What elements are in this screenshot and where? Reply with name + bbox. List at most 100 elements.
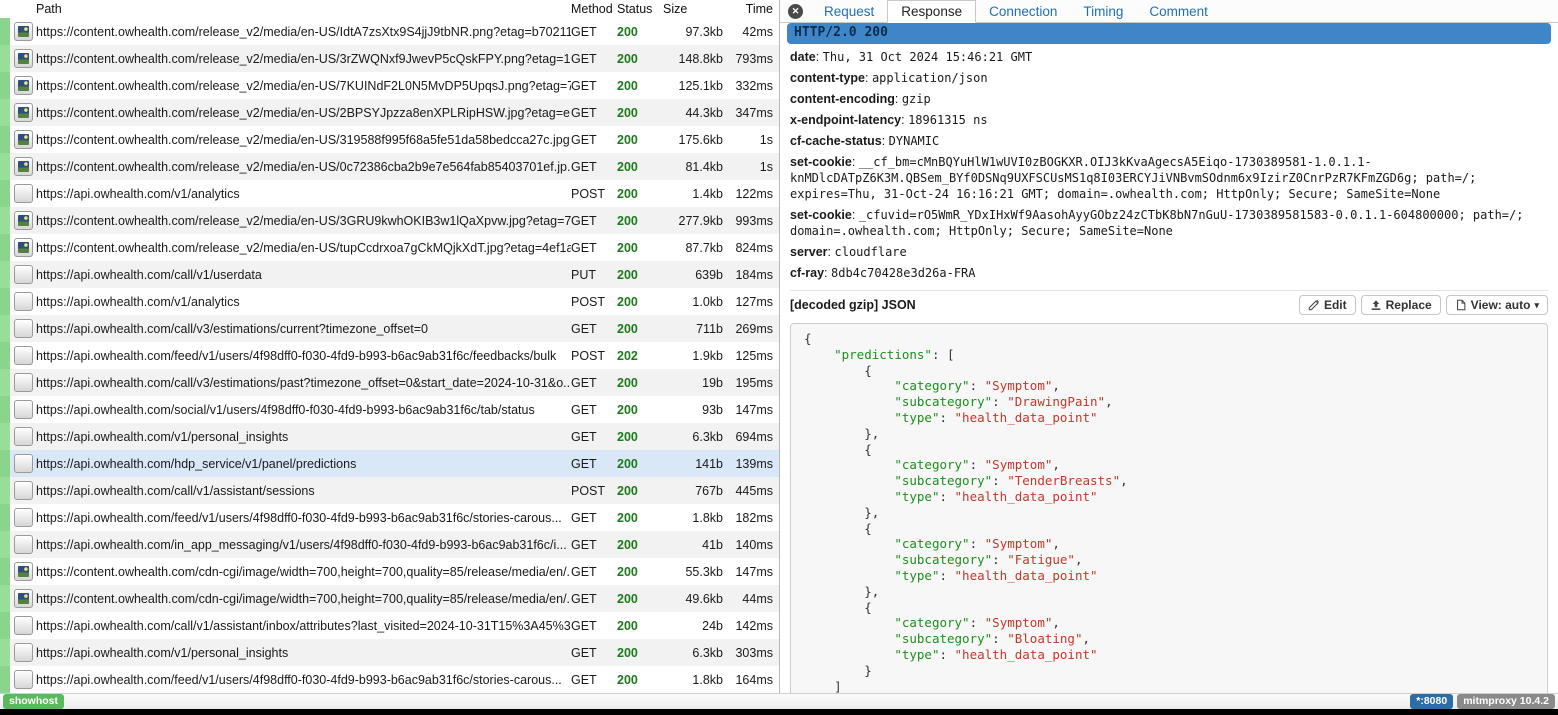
bottom-bar — [0, 709, 1558, 715]
header-value: application/json — [872, 71, 988, 85]
response-header-line[interactable]: content-type: application/json — [790, 70, 1548, 86]
flow-size: 93b — [661, 403, 723, 417]
flow-path: https://api.owhealth.com/v1/personal_ins… — [36, 430, 571, 444]
response-headers: date: Thu, 31 Oct 2024 15:46:21 GMT conte… — [790, 49, 1548, 281]
flow-row[interactable]: https://api.owhealth.com/call/v3/estimat… — [0, 315, 779, 342]
flow-row[interactable]: https://content.owhealth.com/release_v2/… — [0, 45, 779, 72]
column-header-size[interactable]: Size — [661, 2, 723, 16]
flow-method: GET — [571, 79, 617, 93]
flow-row[interactable]: https://api.owhealth.com/call/v3/estimat… — [0, 369, 779, 396]
row-marker — [0, 180, 10, 207]
response-header-line[interactable]: server: cloudflare — [790, 244, 1548, 260]
response-body-json: { "predictions": [ { "category": "Sympto… — [804, 331, 1534, 693]
flow-method: GET — [571, 430, 617, 444]
tab-connection[interactable]: Connection — [976, 0, 1070, 22]
flow-row[interactable]: https://content.owhealth.com/release_v2/… — [0, 126, 779, 153]
image-file-icon — [14, 562, 33, 581]
flow-row[interactable]: https://content.owhealth.com/release_v2/… — [0, 207, 779, 234]
flow-row[interactable]: https://api.owhealth.com/call/v1/userdat… — [0, 261, 779, 288]
flow-size: 97.3kb — [661, 25, 723, 39]
tab-response[interactable]: Response — [887, 0, 976, 23]
response-header-line[interactable]: cf-ray: 8db4c70428e3d26a-FRA — [790, 265, 1548, 281]
flow-time: 793ms — [723, 52, 779, 66]
status-line[interactable]: HTTP/2.0 200 — [787, 23, 1551, 44]
flow-path: https://content.owhealth.com/release_v2/… — [36, 241, 571, 255]
flow-size: 19b — [661, 376, 723, 390]
row-icon-cell — [10, 562, 36, 581]
view-mode-button[interactable]: View: auto ▾ — [1446, 295, 1548, 315]
flow-status: 200 — [617, 646, 661, 660]
flow-row[interactable]: https://content.owhealth.com/release_v2/… — [0, 72, 779, 99]
flow-row[interactable]: https://api.owhealth.com/social/v1/users… — [0, 396, 779, 423]
flow-row[interactable]: https://api.owhealth.com/v1/personal_ins… — [0, 639, 779, 666]
flow-row[interactable]: https://api.owhealth.com/hdp_service/v1/… — [0, 450, 779, 477]
response-body-box[interactable]: { "predictions": [ { "category": "Sympto… — [790, 323, 1548, 693]
edit-button-label: Edit — [1324, 298, 1347, 312]
flow-method: GET — [571, 214, 617, 228]
flow-row[interactable]: https://api.owhealth.com/feed/v1/users/4… — [0, 504, 779, 531]
row-icon-cell — [10, 103, 36, 122]
column-header-path[interactable]: Path — [0, 2, 571, 16]
response-header-line[interactable]: set-cookie: _cfuvid=rO5WmR_YDxIHxWf9Aaso… — [790, 207, 1548, 239]
row-icon-cell — [10, 589, 36, 608]
row-marker — [0, 234, 10, 261]
response-header-line[interactable]: content-encoding: gzip — [790, 91, 1548, 107]
column-header-method[interactable]: Method — [571, 2, 617, 16]
flow-row[interactable]: https://api.owhealth.com/v1/personal_ins… — [0, 423, 779, 450]
flow-status: 200 — [617, 484, 661, 498]
edit-button[interactable]: Edit — [1299, 295, 1356, 315]
flow-method: GET — [571, 403, 617, 417]
flow-list[interactable]: https://content.owhealth.com/release_v2/… — [0, 18, 779, 693]
row-marker — [0, 450, 10, 477]
row-icon-cell — [10, 319, 36, 338]
document-file-icon — [14, 535, 33, 554]
flow-status: 200 — [617, 376, 661, 390]
flow-row[interactable]: https://content.owhealth.com/release_v2/… — [0, 18, 779, 45]
flow-time: 347ms — [723, 106, 779, 120]
flow-status: 200 — [617, 160, 661, 174]
column-header-status[interactable]: Status — [617, 2, 661, 16]
row-marker — [0, 45, 10, 72]
flow-time: 1s — [723, 133, 779, 147]
tab-timing[interactable]: Timing — [1070, 0, 1136, 22]
flow-row[interactable]: https://api.owhealth.com/call/v1/assista… — [0, 477, 779, 504]
flow-status: 200 — [617, 52, 661, 66]
response-header-line[interactable]: x-endpoint-latency: 18961315 ns — [790, 112, 1548, 128]
flow-status: 200 — [617, 214, 661, 228]
flow-row[interactable]: https://api.owhealth.com/feed/v1/users/4… — [0, 666, 779, 693]
flow-row[interactable]: https://content.owhealth.com/release_v2/… — [0, 99, 779, 126]
row-icon-cell — [10, 481, 36, 500]
tab-request[interactable]: Request — [811, 0, 887, 22]
flow-row[interactable]: https://api.owhealth.com/call/v1/assista… — [0, 612, 779, 639]
response-header-line[interactable]: set-cookie: __cf_bm=cMnBQYuHlW1wUVI0zBOG… — [790, 154, 1548, 202]
replace-button[interactable]: Replace — [1361, 295, 1441, 315]
flow-size: 175.6kb — [661, 133, 723, 147]
flow-time: 445ms — [723, 484, 779, 498]
flow-path: https://content.owhealth.com/release_v2/… — [36, 52, 571, 66]
flow-row[interactable]: https://api.owhealth.com/v1/analyticsPOS… — [0, 288, 779, 315]
flow-method: PUT — [571, 268, 617, 282]
flow-size: 141b — [661, 457, 723, 471]
image-file-icon — [14, 130, 33, 149]
document-file-icon — [14, 184, 33, 203]
header-name: cf-cache-status — [790, 134, 882, 148]
flow-row[interactable]: https://content.owhealth.com/release_v2/… — [0, 234, 779, 261]
flow-row[interactable]: https://api.owhealth.com/v1/analyticsPOS… — [0, 180, 779, 207]
header-value: __cf_bm=cMnBQYuHlW1wUVI0zBOGKXR.OIJ3kKva… — [790, 155, 1476, 201]
flow-row[interactable]: https://content.owhealth.com/cdn-cgi/ima… — [0, 585, 779, 612]
flow-time: 147ms — [723, 403, 779, 417]
row-icon-cell — [10, 373, 36, 392]
column-header-time[interactable]: Time — [723, 2, 779, 16]
flow-row[interactable]: https://content.owhealth.com/cdn-cgi/ima… — [0, 558, 779, 585]
row-icon-cell — [10, 400, 36, 419]
close-icon[interactable] — [788, 4, 803, 19]
flow-time: 140ms — [723, 538, 779, 552]
flow-row[interactable]: https://api.owhealth.com/in_app_messagin… — [0, 531, 779, 558]
response-header-line[interactable]: cf-cache-status: DYNAMIC — [790, 133, 1548, 149]
tab-comment[interactable]: Comment — [1136, 0, 1221, 22]
header-name: content-encoding — [790, 92, 895, 106]
response-content[interactable]: HTTP/2.0 200 date: Thu, 31 Oct 2024 15:4… — [780, 23, 1558, 693]
response-header-line[interactable]: date: Thu, 31 Oct 2024 15:46:21 GMT — [790, 49, 1548, 65]
flow-row[interactable]: https://api.owhealth.com/feed/v1/users/4… — [0, 342, 779, 369]
flow-row[interactable]: https://content.owhealth.com/release_v2/… — [0, 153, 779, 180]
